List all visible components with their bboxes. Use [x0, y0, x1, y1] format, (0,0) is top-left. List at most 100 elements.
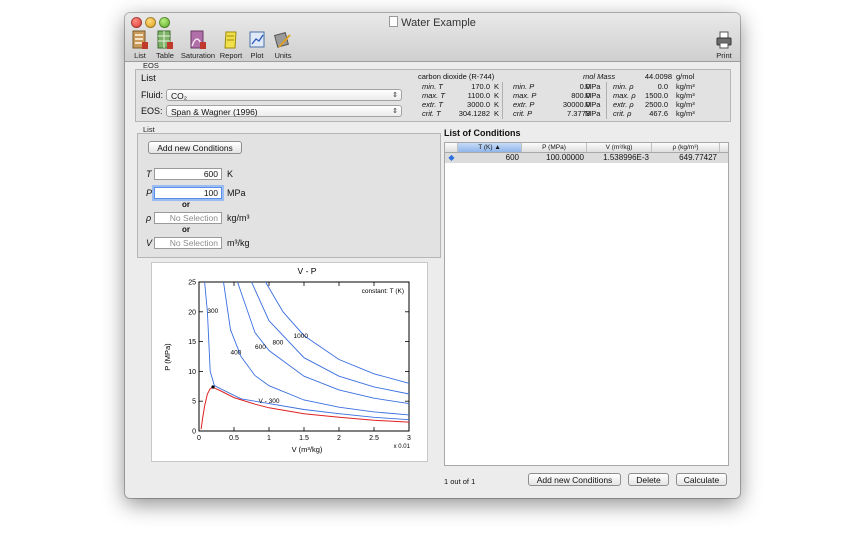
- plot-icon: [249, 31, 265, 48]
- prop-value: 1100.0: [467, 91, 490, 100]
- fluid-name: carbon dioxide (R-744): [418, 72, 495, 81]
- prop-label: min. T: [422, 82, 443, 91]
- x-tick-label: 0: [197, 435, 201, 442]
- p-label: P: [146, 188, 153, 198]
- prop-unit: MPa: [585, 82, 601, 91]
- x-tick-label: 1: [267, 435, 271, 442]
- volume-input[interactable]: No Selection: [154, 237, 222, 249]
- fluid-label: Fluid:: [141, 90, 164, 100]
- isotherm-annotation: 300: [207, 308, 218, 315]
- prop-unit: K: [494, 91, 500, 100]
- isotherm-annotation: 400: [231, 350, 242, 357]
- eos-label: EOS:: [141, 106, 163, 116]
- toolbar-units-button[interactable]: Units: [268, 30, 298, 60]
- molmass-unit: g/mol: [676, 72, 695, 81]
- prop-unit: K: [494, 100, 500, 109]
- prop-unit: MPa: [585, 100, 601, 109]
- list-icon: [132, 30, 148, 49]
- fluid-select[interactable]: CO₂ ⇕: [166, 89, 402, 101]
- units-icon: [274, 32, 291, 48]
- cell-t: 600: [505, 153, 519, 162]
- y-axis-label: P (MPa): [163, 343, 172, 371]
- table-header: T (K) ▲ P (MPa) V (m³/kg) ρ (kg/m³): [445, 143, 728, 153]
- prop-label: crit. P: [513, 109, 533, 118]
- column-header-rho[interactable]: ρ (kg/m³): [652, 143, 720, 152]
- column-header-p[interactable]: P (MPa): [522, 143, 587, 152]
- prop-unit: kg/m³: [676, 91, 695, 100]
- divider: [606, 82, 607, 119]
- calculate-button[interactable]: Calculate: [676, 473, 727, 486]
- prop-label: crit. T: [422, 109, 441, 118]
- x-tick-label: 3: [407, 435, 411, 442]
- eos-panel-title: List: [141, 73, 156, 84]
- rho-unit: kg/m³: [227, 213, 250, 223]
- toolbar-print-button[interactable]: Print: [709, 30, 739, 60]
- v-label: V: [146, 238, 153, 248]
- prop-value: 0.0: [657, 82, 668, 91]
- add-new-conditions-bottom-button[interactable]: Add new Conditions: [528, 473, 621, 486]
- or-label: or: [182, 225, 190, 234]
- prop-label: crit. ρ: [613, 109, 632, 118]
- prop-value: 467.6: [649, 109, 668, 118]
- isotherm-annotation: 800: [273, 340, 284, 347]
- isotherm-annotation: 1000: [294, 333, 309, 340]
- prop-unit: kg/m³: [676, 82, 695, 91]
- title-bar: Water Example List Table Saturation Repo…: [125, 13, 740, 62]
- app-window: Water Example List Table Saturation Repo…: [125, 13, 740, 498]
- molmass-value: 44.0098: [644, 72, 672, 81]
- divider: [502, 82, 503, 119]
- eos-select[interactable]: Span & Wagner (1996) ⇕: [166, 105, 402, 117]
- x-tick-label: 2.5: [369, 435, 379, 442]
- eos-panel: List Fluid: CO₂ ⇕ EOS: Span & Wagner (199…: [135, 69, 731, 122]
- t-label: T: [146, 169, 152, 179]
- isotherm-line-400: [223, 281, 410, 416]
- or-label: or: [182, 200, 190, 209]
- document-icon: [389, 16, 399, 27]
- printer-icon: [716, 31, 732, 49]
- add-new-conditions-button[interactable]: Add new Conditions: [148, 141, 242, 154]
- prop-value: 1500.0: [645, 91, 668, 100]
- isotherm-line-1000: [265, 281, 410, 384]
- prop-unit: K: [494, 109, 500, 118]
- delete-button[interactable]: Delete: [628, 473, 669, 486]
- conditions-table: T (K) ▲ P (MPa) V (m³/kg) ρ (kg/m³) ◆ 60…: [444, 142, 729, 466]
- rho-label: ρ: [146, 213, 152, 223]
- t-unit: K: [227, 169, 234, 179]
- conditions-title: List of Conditions: [444, 128, 521, 138]
- prop-unit: K: [494, 82, 500, 91]
- cell-rho: 649.77427: [679, 153, 717, 162]
- x-tick-label: 1.5: [299, 435, 309, 442]
- prop-value: 304.1282: [458, 109, 490, 118]
- density-input[interactable]: No Selection: [154, 212, 222, 224]
- prop-value: 170.0: [471, 82, 490, 91]
- popup-arrows-icon: ⇕: [392, 92, 398, 99]
- y-tick-label: 20: [188, 309, 196, 316]
- critical-point-marker: [211, 385, 215, 389]
- prop-label: max. T: [422, 91, 445, 100]
- vp-chart-container: V - P 0 0.5 1 1.5 2 2.5 3 0 5 10 15 20 25 300 400 600 8…: [151, 262, 428, 462]
- x-tick-label: 0.5: [229, 435, 239, 442]
- prop-label: max. ρ: [613, 91, 636, 100]
- window-title: Water Example: [125, 16, 740, 29]
- x-tick-label: 2: [337, 435, 341, 442]
- y-tick-label: 25: [188, 280, 196, 287]
- prop-label: min. P: [513, 82, 535, 91]
- x-multiplier-label: x 0.01: [394, 444, 411, 450]
- column-header-v[interactable]: V (m³/kg): [587, 143, 652, 152]
- column-header-t[interactable]: T (K) ▲: [458, 143, 522, 152]
- prop-unit: MPa: [585, 109, 601, 118]
- prop-unit: kg/m³: [676, 109, 695, 118]
- isotherm-annotation: V - 300: [259, 398, 280, 405]
- pressure-input[interactable]: 100: [154, 187, 222, 199]
- toolbar-table-button[interactable]: Table: [150, 30, 180, 60]
- cell-v: 1.538996E-3: [603, 153, 649, 162]
- temperature-input[interactable]: 600: [154, 168, 222, 180]
- y-tick-label: 10: [188, 369, 196, 376]
- saturation-curve: [200, 386, 410, 430]
- table-row[interactable]: ◆ 600 100.00000 1.538996E-3 649.77427: [445, 153, 728, 163]
- vp-chart: V - P 0 0.5 1 1.5 2 2.5 3 0 5 10 15 20 25 300 400 600 8…: [163, 266, 411, 454]
- toolbar-saturation-button[interactable]: Saturation: [180, 30, 216, 60]
- y-tick-label: 5: [192, 399, 196, 406]
- conditions-count: 1 out of 1: [444, 477, 476, 486]
- molmass-label: mol Mass: [583, 72, 616, 81]
